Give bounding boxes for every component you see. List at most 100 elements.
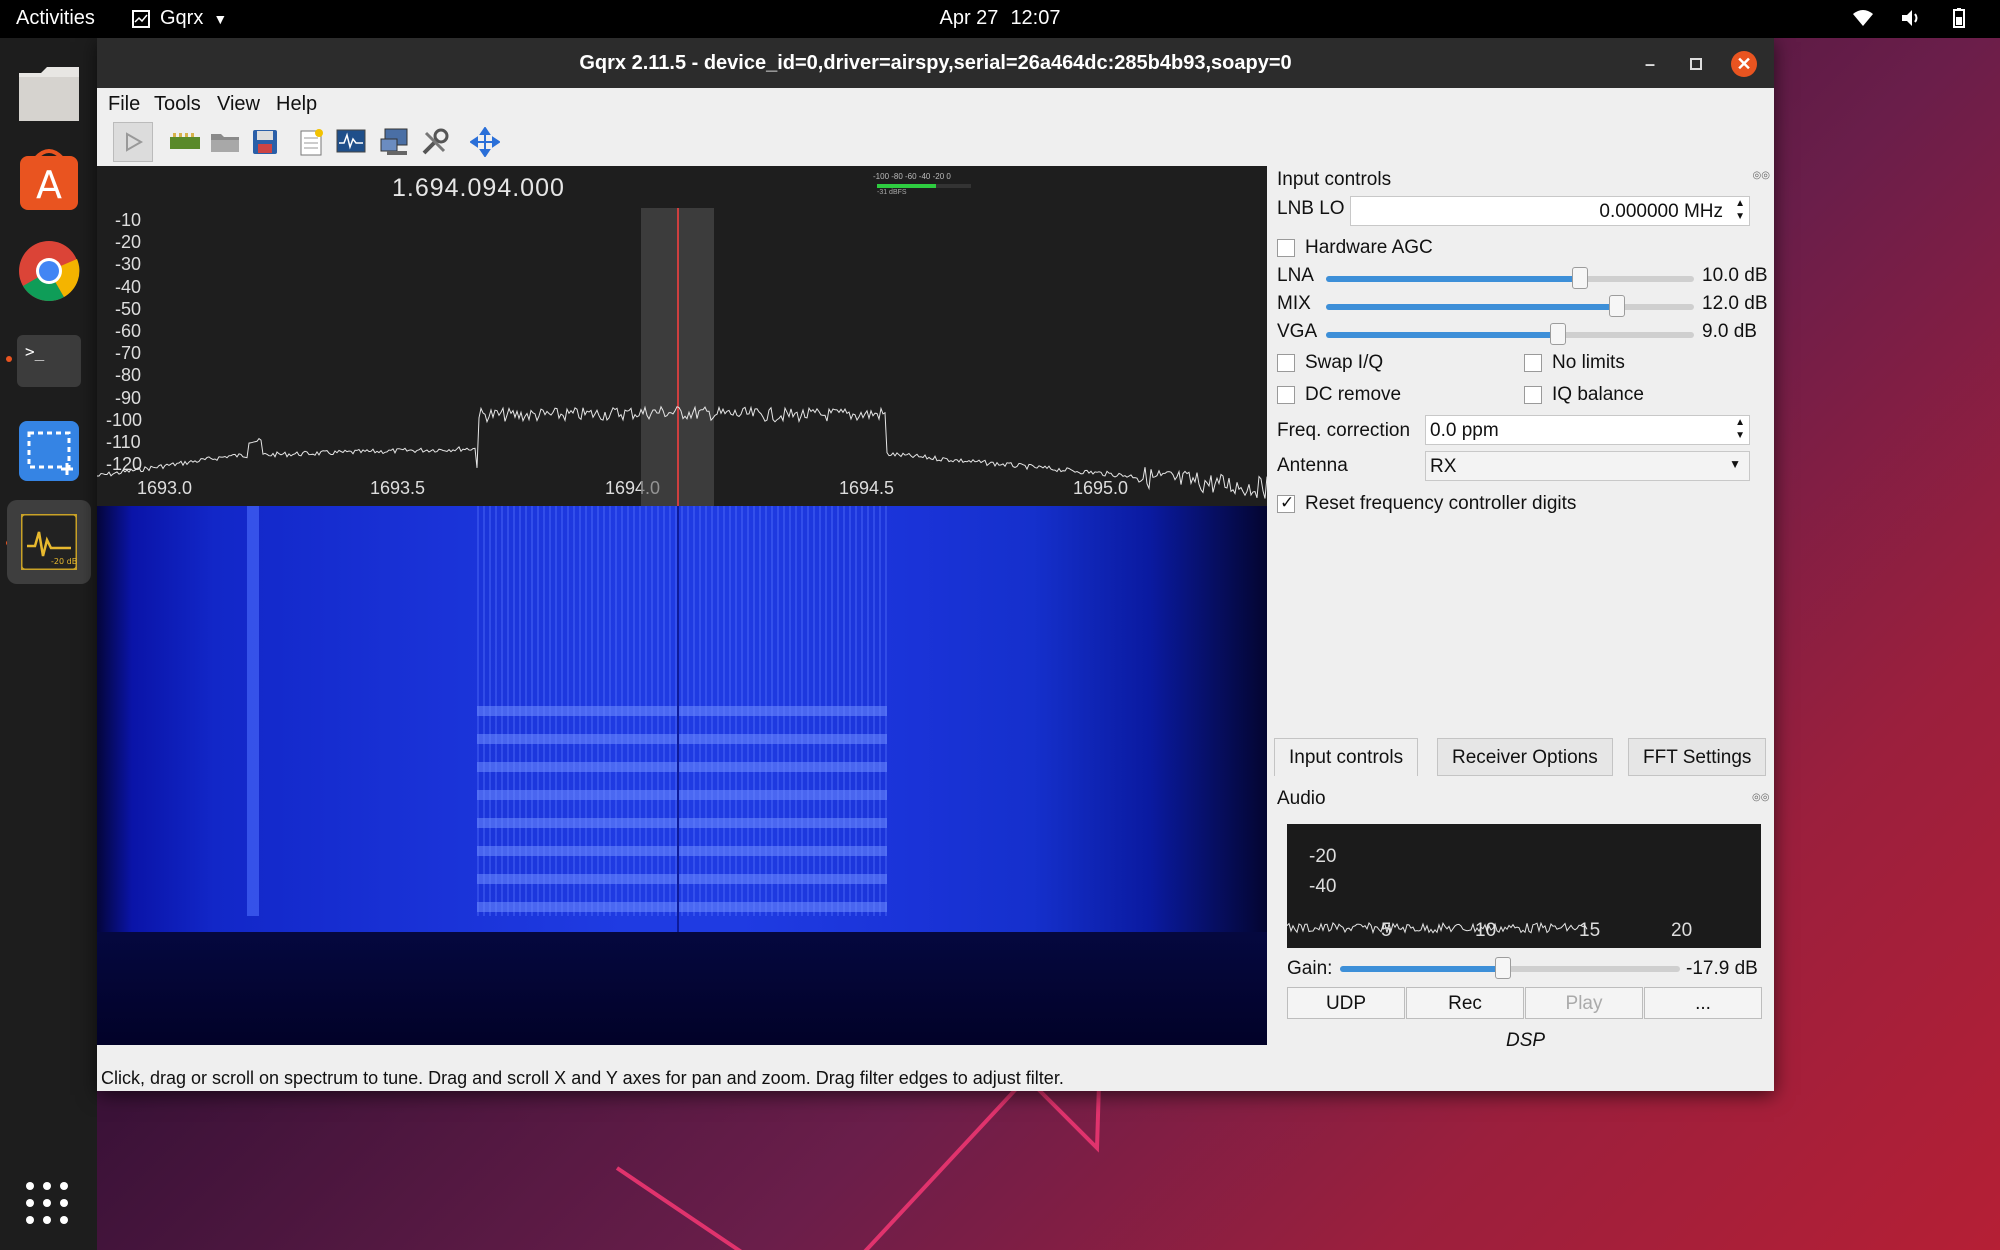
hardware-icon	[170, 133, 200, 149]
start-dsp-button[interactable]	[113, 122, 153, 162]
clock[interactable]: Apr 27 12:07	[0, 7, 2000, 30]
vga-label: VGA	[1277, 321, 1318, 342]
system-tray[interactable]	[1852, 7, 1970, 29]
tab-input-controls[interactable]: Input controls	[1274, 738, 1419, 776]
battery-icon[interactable]	[1948, 7, 1970, 29]
tab-receiver-options[interactable]: Receiver Options	[1437, 738, 1613, 776]
checkbox-icon[interactable]	[1277, 239, 1295, 257]
slider-handle[interactable]	[1549, 323, 1566, 345]
settings-button[interactable]	[417, 124, 453, 160]
play-button[interactable]: Play	[1525, 987, 1643, 1019]
time-label: 12:07	[1010, 7, 1061, 29]
volume-icon[interactable]	[1900, 7, 1922, 29]
checkbox-icon[interactable]	[1524, 354, 1542, 372]
lna-slider[interactable]	[1326, 267, 1694, 289]
spin-arrows-icon[interactable]: ▲ ▼	[1735, 197, 1745, 223]
iq-balance-checkbox[interactable]: IQ balance	[1524, 384, 1644, 406]
wifi-icon[interactable]	[1852, 7, 1874, 29]
device-config-button[interactable]	[167, 124, 203, 160]
slider-handle[interactable]	[1571, 267, 1588, 289]
status-text: Click, drag or scroll on spectrum to tun…	[101, 1068, 1064, 1088]
audio-gain-slider[interactable]	[1340, 957, 1680, 979]
title-bar[interactable]: Gqrx 2.11.5 - device_id=0,driver=airspy,…	[97, 38, 1774, 88]
spin-arrows-icon[interactable]: ▲ ▼	[1735, 416, 1745, 442]
svg-text:>_: >_	[25, 342, 45, 361]
vga-slider[interactable]	[1326, 323, 1694, 345]
lna-value: 10.0 dB	[1702, 265, 1768, 286]
checkbox-checked-icon[interactable]: ✓	[1277, 493, 1295, 513]
menu-view[interactable]: View	[217, 93, 260, 116]
software-center-icon[interactable]: A	[12, 142, 86, 216]
chrome-icon[interactable]	[12, 234, 86, 308]
mix-label-row: MIX	[1277, 293, 1311, 315]
show-apps-icon[interactable]	[24, 1180, 70, 1231]
mix-slider[interactable]	[1326, 295, 1694, 317]
chevron-down-icon: ▼	[1729, 457, 1741, 471]
bookmarks-button[interactable]	[293, 124, 329, 160]
udp-button[interactable]: UDP	[1287, 987, 1405, 1019]
files-app-icon[interactable]	[12, 56, 86, 130]
freq-correction-input[interactable]: 0.0 ppm ▲ ▼	[1425, 415, 1750, 445]
lna-label: LNA	[1277, 265, 1314, 286]
audio-fft-plot[interactable]: -20 -40 5 10 15 20	[1287, 824, 1761, 948]
open-settings-button[interactable]	[207, 124, 243, 160]
freq-correction-label: Freq. correction	[1277, 420, 1411, 441]
iq-tool-button[interactable]	[333, 124, 369, 160]
rec-button[interactable]: Rec	[1406, 987, 1524, 1019]
antenna-select[interactable]: RX ▼	[1425, 451, 1750, 481]
checkbox-icon[interactable]	[1277, 354, 1295, 372]
menu-help[interactable]: Help	[276, 93, 317, 116]
close-button[interactable]: ✕	[1731, 51, 1757, 77]
slider-handle[interactable]	[1608, 295, 1625, 317]
toolbar	[97, 120, 1774, 164]
slider-handle[interactable]	[1495, 957, 1512, 979]
waterfall-display[interactable]	[97, 506, 1267, 1045]
waveform-icon	[336, 129, 366, 153]
top-bar: Activities Gqrx ▼ Apr 27 12:07	[0, 0, 2000, 38]
antenna-row: Antenna	[1277, 455, 1348, 477]
terminal-icon[interactable]: >_	[12, 324, 86, 398]
menu-tools[interactable]: Tools	[154, 93, 201, 116]
reset-digits-label: Reset frequency controller digits	[1305, 493, 1577, 514]
date-label: Apr 27	[939, 7, 999, 29]
svg-text:A: A	[36, 163, 62, 207]
maximize-button[interactable]	[1683, 51, 1709, 77]
hardware-agc-checkbox[interactable]: Hardware AGC	[1277, 237, 1433, 259]
swap-iq-checkbox[interactable]: Swap I/Q	[1277, 352, 1383, 374]
auto-range-button[interactable]	[467, 124, 503, 160]
status-bar: Click, drag or scroll on spectrum to tun…	[97, 1065, 1774, 1091]
menu-file[interactable]: File	[108, 93, 140, 116]
no-limits-checkbox[interactable]: No limits	[1524, 352, 1625, 374]
checkbox-icon[interactable]	[1524, 386, 1542, 404]
screenshot-icon[interactable]	[12, 414, 86, 488]
dock: A >_ -20 dB	[0, 38, 97, 1250]
checkbox-icon[interactable]	[1277, 386, 1295, 404]
panel-title: Input controls	[1277, 169, 1392, 190]
menu-bar: File Tools View Help	[97, 88, 1774, 120]
dsp-label: DSP	[1506, 1030, 1546, 1051]
tab-fft-settings[interactable]: FFT Settings	[1628, 738, 1767, 776]
dock-float-icon[interactable]: ◎◎	[1752, 792, 1769, 803]
dock-float-icon[interactable]: ◎◎	[1753, 170, 1770, 181]
remote-control-button[interactable]	[377, 124, 413, 160]
spectrum-plot[interactable]: 1.694.094.000 -100 -80 -60 -40 -20 0 -31…	[97, 166, 1267, 506]
save-settings-button[interactable]	[247, 124, 283, 160]
minimize-button[interactable]: –	[1637, 51, 1663, 77]
mix-value: 12.0 dB	[1702, 293, 1768, 314]
reset-digits-checkbox[interactable]: ✓ Reset frequency controller digits	[1277, 493, 1576, 515]
lnb-row: LNB LO	[1277, 198, 1345, 220]
lnb-lo-input[interactable]: 0.000000 MHz ▲ ▼	[1350, 196, 1750, 226]
svg-text:-20 dB: -20 dB	[51, 557, 77, 566]
maximize-icon	[1690, 58, 1702, 70]
spectrum-graph	[97, 208, 1267, 506]
dc-remove-checkbox[interactable]: DC remove	[1277, 384, 1401, 406]
bookmark-icon	[300, 129, 323, 156]
gqrx-dock-icon[interactable]: -20 dB	[7, 500, 91, 584]
no-limits-label: No limits	[1552, 352, 1625, 373]
lnb-value: 0.000000 MHz	[1599, 201, 1723, 222]
more-audio-options-button[interactable]: ...	[1644, 987, 1762, 1019]
window-title: Gqrx 2.11.5 - device_id=0,driver=airspy,…	[579, 52, 1292, 74]
audio-gain-label: Gain:	[1287, 958, 1333, 979]
antenna-label: Antenna	[1277, 455, 1348, 476]
settings-icon	[422, 128, 449, 155]
